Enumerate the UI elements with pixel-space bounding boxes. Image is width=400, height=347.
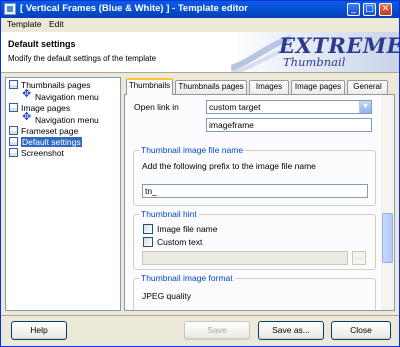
help-button[interactable]: Help bbox=[11, 321, 67, 340]
navigation-icon bbox=[22, 112, 32, 124]
title-bar[interactable]: [ Vertical Frames (Blue & White) ] - Tem… bbox=[1, 1, 399, 18]
tab-images[interactable]: Images bbox=[249, 80, 289, 94]
page-icon bbox=[9, 148, 18, 157]
menu-bar: Template Edit bbox=[1, 18, 399, 31]
custom-text-label: Custom text bbox=[157, 237, 203, 247]
custom-text-checkbox[interactable] bbox=[143, 237, 153, 247]
open-link-select[interactable]: custom target ▼ bbox=[206, 100, 372, 114]
maximize-button[interactable]: □ bbox=[363, 3, 376, 16]
menu-template[interactable]: Template bbox=[7, 19, 42, 29]
tree-item-frameset-page[interactable]: Frameset page bbox=[9, 126, 78, 137]
target-frame-input[interactable]: imageframe bbox=[206, 118, 372, 132]
format-group: Thumbnail image format JPEG quality bbox=[133, 273, 376, 310]
tab-content: Open link in custom target ▼ imageframe … bbox=[124, 94, 395, 311]
jpeg-quality-label: JPEG quality bbox=[142, 291, 192, 301]
page-title: Default settings bbox=[8, 39, 76, 49]
prefix-description: Add the following prefix to the image fi… bbox=[142, 161, 316, 171]
prefix-group: Thumbnail image file name Add the follow… bbox=[133, 145, 376, 206]
tab-image-pages[interactable]: Image pages bbox=[291, 80, 345, 94]
tab-thumbnails-pages[interactable]: Thumbnails pages bbox=[175, 80, 247, 94]
tree-item-thumbnails-navigation[interactable]: Navigation menu bbox=[22, 89, 99, 103]
tree-item-screenshot[interactable]: Screenshot bbox=[9, 148, 64, 159]
vertical-scrollbar[interactable] bbox=[381, 95, 394, 310]
hint-group-title: Thumbnail hint bbox=[139, 209, 199, 219]
tab-strip: Thumbnails Thumbnails pages Images Image… bbox=[124, 77, 395, 95]
footer-divider bbox=[1, 315, 399, 316]
settings-tree: Thumbnails pages Navigation menu Image p… bbox=[5, 77, 121, 311]
tree-item-image-navigation[interactable]: Navigation menu bbox=[22, 112, 99, 126]
format-group-title: Thumbnail image format bbox=[139, 273, 235, 283]
image-file-name-checkbox[interactable] bbox=[143, 224, 153, 234]
page-icon bbox=[9, 103, 18, 112]
page-icon bbox=[9, 126, 18, 135]
save-as-button[interactable]: Save as... bbox=[258, 321, 324, 340]
tab-general[interactable]: General bbox=[347, 80, 388, 94]
logo-line2: Thumbnail Generator bbox=[283, 55, 346, 72]
custom-text-input[interactable] bbox=[142, 251, 348, 265]
window-title: [ Vertical Frames (Blue & White) ] - Tem… bbox=[20, 3, 248, 14]
minimize-button[interactable]: _ bbox=[347, 3, 360, 16]
page-header: Default settings Modify the default sett… bbox=[1, 32, 399, 73]
tab-thumbnails[interactable]: Thumbnails bbox=[126, 78, 173, 95]
product-logo: EXTREME Thumbnail Generator bbox=[231, 32, 399, 72]
tree-item-default-settings[interactable]: Default settings bbox=[9, 137, 82, 148]
page-icon bbox=[9, 80, 18, 89]
save-button[interactable]: Save bbox=[184, 321, 250, 340]
image-file-name-label: Image file name bbox=[157, 224, 218, 234]
template-editor-window: [ Vertical Frames (Blue & White) ] - Tem… bbox=[0, 0, 400, 347]
navigation-icon bbox=[22, 89, 32, 101]
scroll-area: Open link in custom target ▼ imageframe … bbox=[125, 95, 381, 310]
prefix-input[interactable]: tn_ bbox=[142, 184, 368, 198]
hint-group: Thumbnail hint Image file name Custom te… bbox=[133, 209, 376, 270]
custom-text-browse-button[interactable]: ... bbox=[352, 251, 366, 265]
close-button[interactable]: Close bbox=[331, 321, 391, 340]
page-icon bbox=[9, 137, 18, 146]
page-subtitle: Modify the default settings of the templ… bbox=[8, 54, 157, 63]
tree-item-image-pages[interactable]: Image pages bbox=[9, 103, 70, 114]
prefix-group-title: Thumbnail image file name bbox=[139, 145, 246, 155]
close-window-button[interactable]: ✕ bbox=[379, 3, 392, 16]
app-icon bbox=[4, 3, 16, 15]
menu-edit[interactable]: Edit bbox=[49, 19, 64, 29]
scrollbar-thumb[interactable] bbox=[382, 213, 393, 263]
chevron-down-icon[interactable]: ▼ bbox=[359, 101, 371, 113]
open-link-label: Open link in bbox=[134, 102, 179, 112]
settings-panel: Thumbnails Thumbnails pages Images Image… bbox=[124, 77, 395, 311]
